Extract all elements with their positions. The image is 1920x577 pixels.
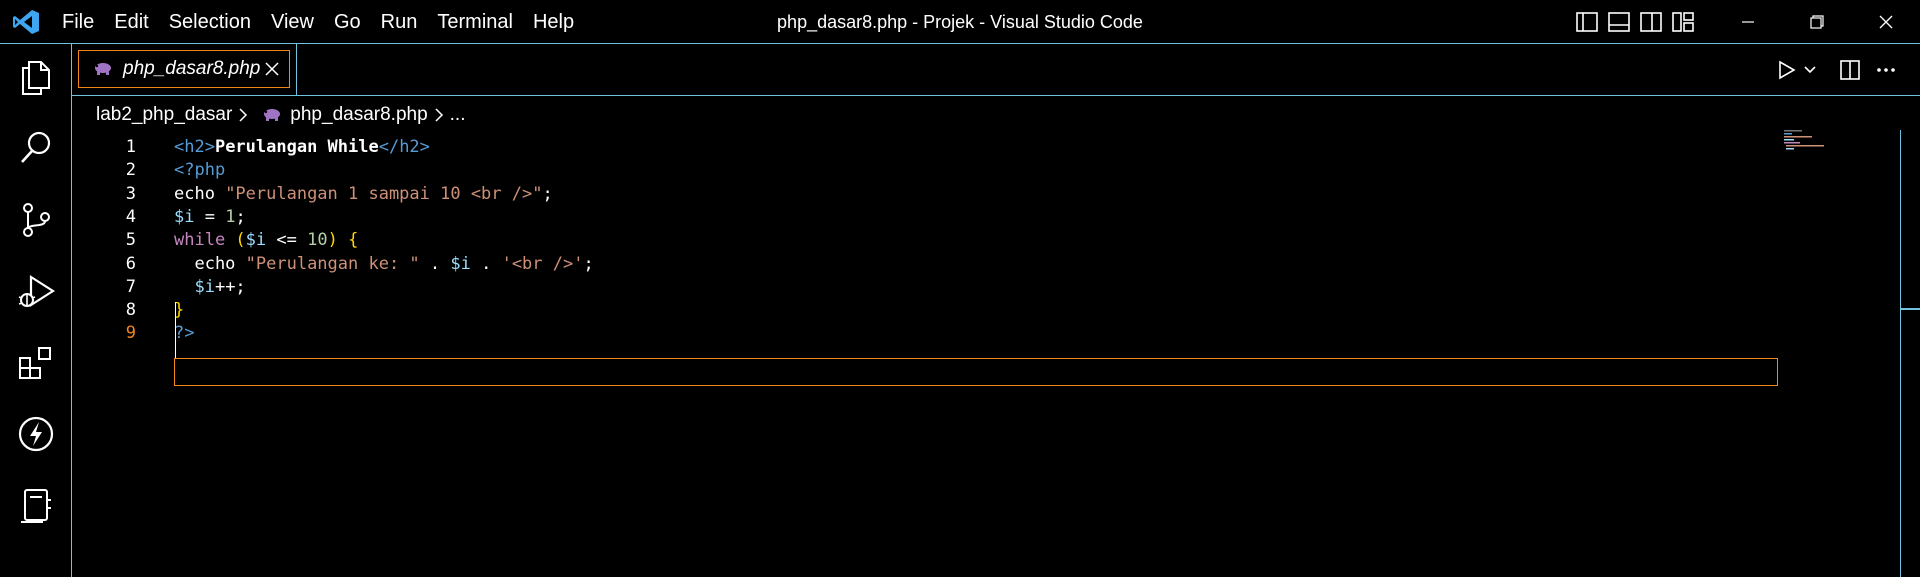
more-actions-icon[interactable] [1868,52,1904,88]
source-control-icon[interactable] [14,198,58,242]
menu-view[interactable]: View [261,0,324,44]
code-token: = [194,206,226,227]
customize-layout-icon[interactable] [1667,0,1699,44]
code-token: ++; [214,276,246,297]
php-file-icon [264,109,281,121]
menu-edit[interactable]: Edit [104,0,158,44]
menu-selection[interactable]: Selection [159,0,261,44]
code-token: } [174,300,185,321]
code-token: <h2> [174,137,215,157]
code-token: $i [450,253,471,274]
restore-button[interactable] [1782,0,1851,44]
code-token: </h2> [378,137,430,157]
code-token: Perulangan While [214,137,379,157]
code-token: ; [583,253,594,274]
code-line[interactable]: 9 ?> [72,319,1920,347]
vscode-logo-icon[interactable] [12,9,40,35]
minimize-button[interactable] [1713,0,1782,44]
code-token: while [174,230,236,251]
code-editor[interactable]: 1 <h2>Perulangan While</h2> 2 <?php 3 echo "P… [72,130,1920,577]
php-file-icon [95,63,111,75]
activity-bar [0,44,72,577]
notebook-icon[interactable] [14,484,58,528]
code-token: . [419,253,451,274]
code-token: echo [174,183,226,204]
code-token: <= [266,230,308,251]
code-token: ; [542,183,553,204]
title-controls [1571,0,1920,44]
run-debug-icon[interactable] [14,270,58,314]
line-number: 9 [125,323,136,344]
menu-file[interactable]: File [52,0,104,44]
title-bar: File Edit Selection View Go Run Terminal… [0,0,1920,44]
current-line-highlight [174,358,1778,386]
menu-terminal[interactable]: Terminal [427,0,523,44]
breadcrumb-folder[interactable]: lab2_php_dasar [96,104,232,126]
tab-label: php_dasar8.php [123,58,261,79]
menu-go[interactable]: Go [324,0,371,44]
restore-icon [1809,15,1824,29]
code-token: "Perulangan ke: " [245,253,420,274]
chevron-right-icon [434,108,444,122]
code-token: . [470,253,502,274]
toggle-primary-sidebar-icon[interactable] [1571,0,1603,44]
close-window-button[interactable] [1851,0,1920,44]
close-tab-icon[interactable] [261,58,283,80]
code-token: ; [235,206,246,227]
code-token: $i [174,276,215,297]
code-token: 10 [307,230,328,251]
breadcrumb: lab2_php_dasar php_dasar8.php ... [96,100,465,130]
code-token: 1 [225,206,236,227]
code-token: '<br />' [501,253,584,274]
minimize-icon [1741,21,1754,23]
code-token: ( [235,230,246,251]
code-token: ?> [174,323,195,344]
chevron-right-icon [238,108,248,122]
split-editor-icon[interactable] [1832,52,1868,88]
toggle-secondary-sidebar-icon[interactable] [1635,0,1667,44]
breadcrumb-more[interactable]: ... [450,104,466,126]
tab-php-dasar8[interactable]: php_dasar8.php [78,50,290,88]
breadcrumb-file[interactable]: php_dasar8.php [290,104,427,126]
editor-actions [1774,44,1920,96]
toggle-panel-icon[interactable] [1603,0,1635,44]
close-icon [1879,15,1892,29]
code-text: ?> [174,319,194,347]
chevron-down-icon[interactable] [1800,52,1820,88]
run-icon[interactable] [1774,52,1800,88]
code-token: <?php [174,160,226,181]
tabs-bar: php_dasar8.php [72,44,1920,96]
menu-run[interactable]: Run [371,0,428,44]
code-token: $i [245,230,267,251]
code-token: ) [327,230,349,251]
menu-bar: File Edit Selection View Go Run Terminal… [52,0,584,44]
menu-help[interactable]: Help [523,0,584,44]
extensions-icon[interactable] [14,342,58,386]
explorer-icon[interactable] [14,56,58,100]
tab-divider [296,44,297,96]
search-icon[interactable] [14,126,58,170]
code-token: $i [174,206,195,227]
code-token: echo [174,253,246,274]
lightning-icon[interactable] [14,412,58,456]
code-token: { [348,230,359,251]
code-token: "Perulangan 1 sampai 10 <br />" [225,183,543,204]
